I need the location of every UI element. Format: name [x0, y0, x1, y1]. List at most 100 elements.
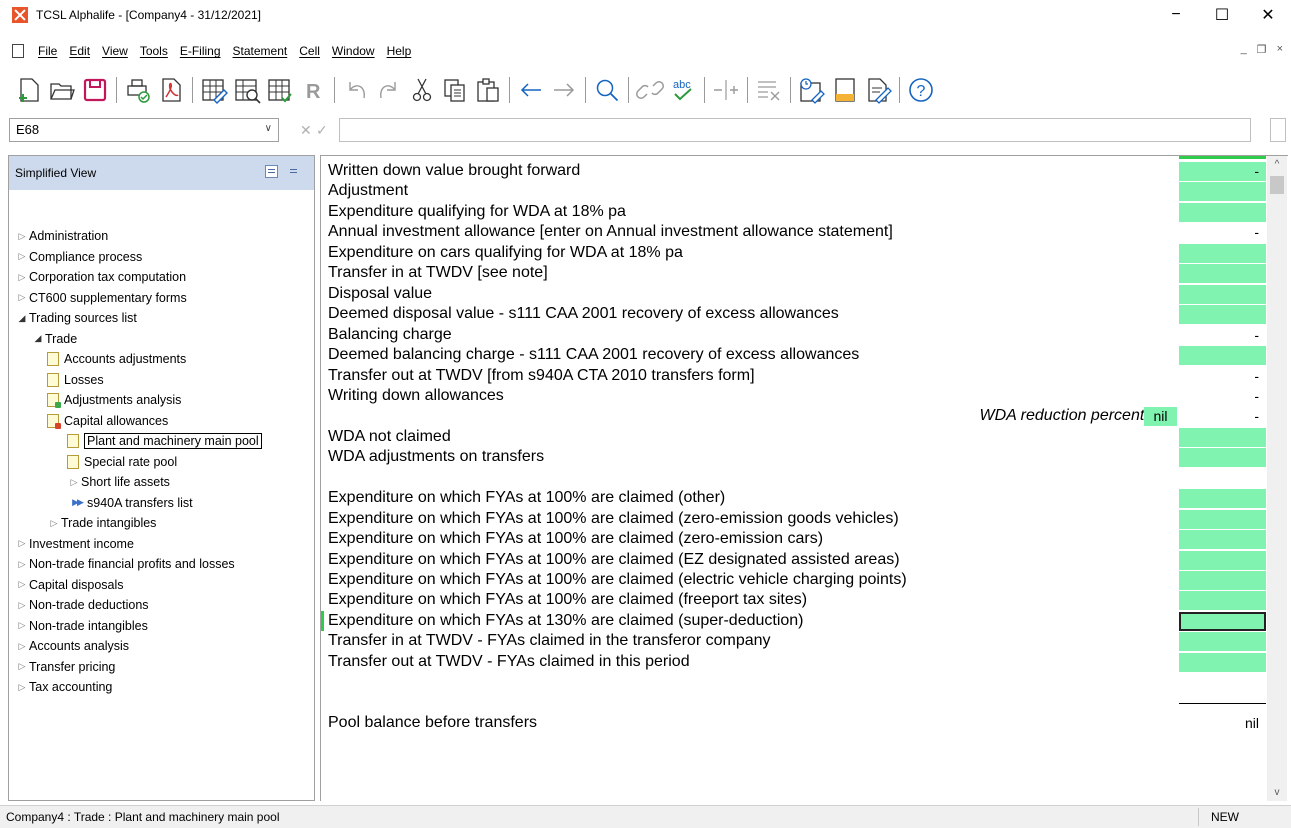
- tree-item[interactable]: ▷ Short life assets: [67, 472, 170, 492]
- input-cell[interactable]: [1179, 550, 1266, 570]
- collapsed-arrow-icon[interactable]: ▷: [15, 251, 29, 262]
- tree-item[interactable]: ▷ Non-trade financial profits and losses: [15, 554, 235, 574]
- collapsed-arrow-icon[interactable]: ▷: [15, 682, 29, 693]
- chevron-down-icon[interactable]: ∨: [265, 123, 272, 134]
- tree-item[interactable]: ▷ Administration: [15, 226, 109, 246]
- collapsed-arrow-icon[interactable]: ▷: [15, 620, 29, 631]
- tree-item[interactable]: ▷ Corporation tax computation: [15, 267, 187, 287]
- scroll-thumb[interactable]: [1270, 176, 1284, 194]
- accept-edit-icon[interactable]: ✓: [316, 122, 328, 139]
- selected-input-cell[interactable]: [1179, 611, 1266, 631]
- menu-edit[interactable]: Edit: [63, 44, 96, 58]
- pdf-icon[interactable]: [156, 75, 186, 105]
- list-view-icon[interactable]: [265, 165, 278, 178]
- mdi-minimize-button[interactable]: _: [1241, 43, 1247, 56]
- link-icon[interactable]: [635, 75, 665, 105]
- input-cell[interactable]: [1179, 571, 1266, 590]
- menu-statement[interactable]: Statement: [227, 44, 294, 58]
- cut-icon[interactable]: [407, 75, 437, 105]
- menu-help[interactable]: Help: [381, 44, 418, 58]
- input-cell[interactable]: [1179, 305, 1266, 325]
- spellcheck-icon[interactable]: abc: [668, 75, 698, 105]
- input-cell[interactable]: [1179, 448, 1266, 468]
- input-cell[interactable]: [1179, 202, 1266, 222]
- scroll-down-icon[interactable]: v: [1267, 784, 1287, 801]
- input-cell[interactable]: [1179, 427, 1266, 447]
- edit-document-icon[interactable]: [863, 75, 893, 105]
- vertical-scrollbar[interactable]: ^ v: [1267, 156, 1287, 801]
- preview-grid-icon[interactable]: [232, 75, 262, 105]
- check-grid-icon[interactable]: [265, 75, 295, 105]
- collapsed-arrow-icon[interactable]: ▷: [67, 477, 81, 488]
- expanded-arrow-icon[interactable]: ◢: [31, 333, 45, 344]
- collapsed-arrow-icon[interactable]: ▷: [47, 518, 61, 529]
- tree-item[interactable]: ▷ Trade intangibles: [47, 513, 157, 533]
- tree-item[interactable]: ▷ CT600 supplementary forms: [15, 288, 187, 308]
- close-button[interactable]: ✕: [1245, 0, 1291, 30]
- scroll-up-icon[interactable]: ^: [1267, 156, 1287, 173]
- recalculate-icon[interactable]: R: [298, 75, 328, 105]
- back-arrow-icon[interactable]: [516, 75, 546, 105]
- input-cell[interactable]: [1179, 591, 1266, 611]
- collapsed-arrow-icon[interactable]: ▷: [15, 641, 29, 652]
- collapsed-arrow-icon[interactable]: ▷: [15, 579, 29, 590]
- input-cell[interactable]: [1179, 264, 1266, 284]
- tree-item[interactable]: Special rate pool: [67, 452, 177, 472]
- tree-item[interactable]: ▷ Capital disposals: [15, 575, 124, 595]
- new-document-icon[interactable]: [14, 75, 44, 105]
- expand-collapse-icon[interactable]: [711, 75, 741, 105]
- tree-item[interactable]: ▷ Accounts analysis: [15, 636, 130, 656]
- menu-view[interactable]: View: [96, 44, 134, 58]
- menu-window[interactable]: Window: [326, 44, 381, 58]
- tree-item[interactable]: ▶▶ s940A transfers list: [67, 493, 193, 513]
- tree-item[interactable]: ▷ Investment income: [15, 534, 134, 554]
- maximize-button[interactable]: ☐: [1199, 0, 1245, 30]
- tree-item[interactable]: ▷ Tax accounting: [15, 677, 113, 697]
- collapsed-arrow-icon[interactable]: ▷: [15, 292, 29, 303]
- collapsed-arrow-icon[interactable]: ▷: [15, 661, 29, 672]
- mdi-close-button[interactable]: ×: [1277, 43, 1283, 56]
- tree-item[interactable]: Capital allowances: [47, 411, 168, 431]
- scheduled-note-icon[interactable]: [797, 75, 827, 105]
- input-cell[interactable]: [1179, 284, 1266, 304]
- print-check-icon[interactable]: [123, 75, 153, 105]
- expanded-arrow-icon[interactable]: ◢: [15, 313, 29, 324]
- input-cell[interactable]: [1179, 632, 1266, 652]
- menu-tools[interactable]: Tools: [134, 44, 174, 58]
- input-cell[interactable]: [1179, 346, 1266, 366]
- menu-efiling[interactable]: E-Filing: [174, 44, 227, 58]
- edit-grid-icon[interactable]: [199, 75, 229, 105]
- input-cell[interactable]: [1179, 182, 1266, 202]
- input-cell[interactable]: [1179, 243, 1266, 263]
- tree-item[interactable]: ◢ Trading sources list: [15, 308, 137, 328]
- detail-view-icon[interactable]: [287, 165, 300, 178]
- formula-expand-box[interactable]: [1270, 118, 1286, 142]
- collapsed-arrow-icon[interactable]: ▷: [15, 272, 29, 283]
- collapsed-arrow-icon[interactable]: ▷: [15, 231, 29, 242]
- mdi-restore-button[interactable]: ❐: [1257, 43, 1267, 56]
- copy-icon[interactable]: [440, 75, 470, 105]
- tree-item[interactable]: Plant and machinery main pool: [67, 431, 262, 451]
- clear-list-icon[interactable]: [754, 75, 784, 105]
- cell-reference-box[interactable]: E68 ∨: [9, 118, 279, 142]
- tree-item[interactable]: Adjustments analysis: [47, 390, 181, 410]
- forward-arrow-icon[interactable]: [549, 75, 579, 105]
- tree-item[interactable]: ▷ Transfer pricing: [15, 657, 116, 677]
- collapsed-arrow-icon[interactable]: ▷: [15, 600, 29, 611]
- input-cell[interactable]: [1179, 509, 1266, 529]
- cell-value[interactable]: -: [1176, 161, 1263, 181]
- input-cell[interactable]: [1179, 652, 1266, 672]
- tree-item[interactable]: ▷ Non-trade deductions: [15, 595, 149, 615]
- tree-item[interactable]: ◢ Trade: [31, 329, 78, 349]
- input-cell[interactable]: [1179, 530, 1266, 550]
- save-icon[interactable]: [80, 75, 110, 105]
- open-folder-icon[interactable]: [47, 75, 77, 105]
- document-icon[interactable]: [12, 44, 24, 58]
- tree-item[interactable]: ▷ Compliance process: [15, 247, 143, 267]
- redo-icon[interactable]: [374, 75, 404, 105]
- paste-icon[interactable]: [473, 75, 503, 105]
- tree-item[interactable]: ▷ Non-trade intangibles: [15, 616, 148, 636]
- menu-cell[interactable]: Cell: [293, 44, 326, 58]
- cancel-edit-icon[interactable]: ✕: [300, 122, 312, 139]
- search-icon[interactable]: [592, 75, 622, 105]
